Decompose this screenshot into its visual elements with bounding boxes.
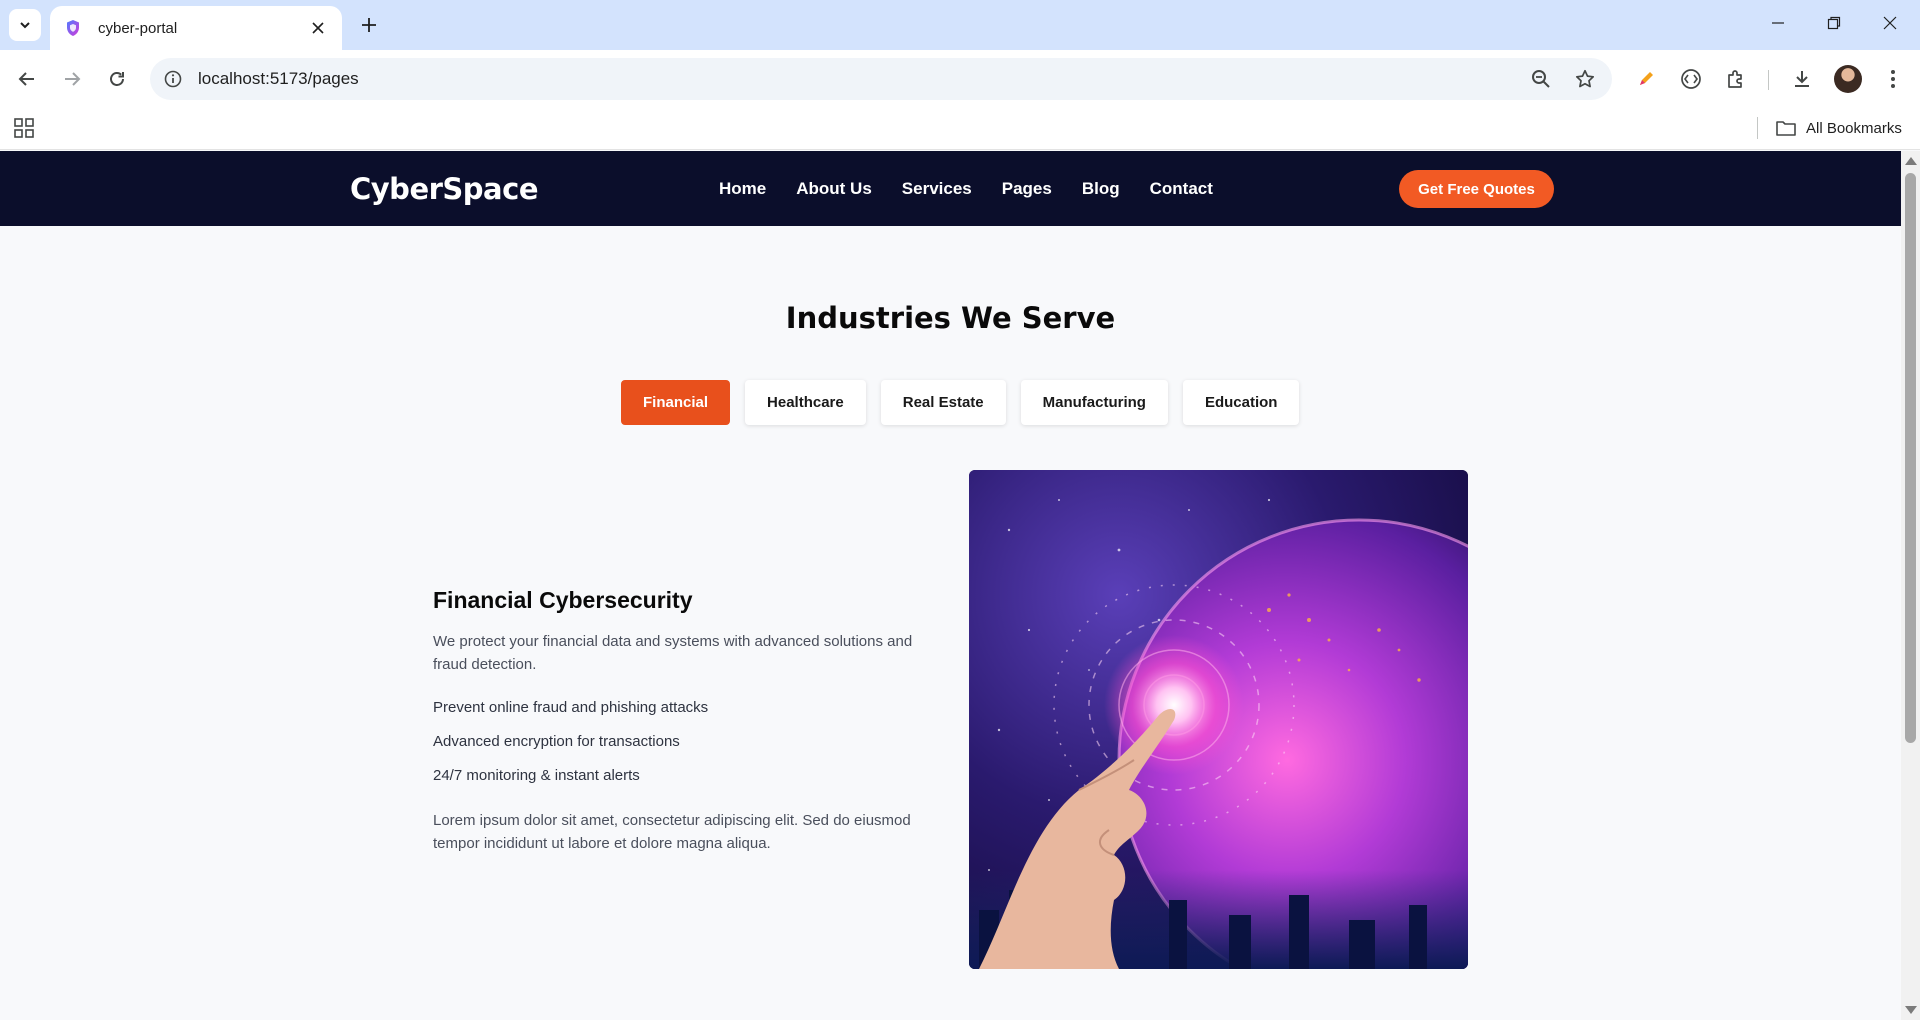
shield-favicon-icon [64, 19, 82, 37]
scroll-up-arrow-icon[interactable] [1905, 157, 1917, 165]
nav-home[interactable]: Home [719, 179, 766, 199]
download-icon[interactable] [1785, 62, 1819, 96]
feature-item: Prevent online fraud and phishing attack… [433, 699, 709, 716]
minimize-icon [1772, 22, 1784, 24]
all-bookmarks-label: All Bookmarks [1806, 119, 1902, 137]
forward-button[interactable] [55, 62, 89, 96]
site-header: CyberSpace Home About Us Services Pages … [0, 151, 1901, 226]
bookmark-star-icon[interactable] [1568, 62, 1602, 96]
industry-tabs: Financial Healthcare Real Estate Manufac… [621, 380, 1300, 425]
close-window-button[interactable] [1862, 0, 1918, 46]
browser-tab-strip: cyber-portal [0, 0, 1920, 50]
plus-icon [362, 18, 376, 32]
site-logo[interactable]: CyberSpace [350, 172, 539, 206]
scroll-down-arrow-icon[interactable] [1905, 1006, 1917, 1014]
feature-item: 24/7 monitoring & instant alerts [433, 767, 640, 784]
chevron-down-icon [20, 22, 30, 29]
folder-icon [1776, 121, 1796, 136]
browser-toolbar: localhost:5173/pages [0, 50, 1920, 108]
devtools-extension-icon[interactable] [1674, 62, 1708, 96]
arrow-right-icon [65, 72, 81, 86]
tab-manufacturing[interactable]: Manufacturing [1020, 380, 1168, 425]
nav-blog[interactable]: Blog [1082, 179, 1120, 199]
nav-about-us[interactable]: About Us [796, 179, 872, 199]
content-lorem-text: Lorem ipsum dolor sit amet, consectetur … [433, 812, 911, 852]
site-info-icon[interactable] [162, 68, 184, 90]
content-title: Financial Cybersecurity [433, 587, 693, 613]
tab-financial[interactable]: Financial [621, 380, 731, 425]
content-description: We protect your financial data and syste… [433, 633, 913, 673]
nav-pages[interactable]: Pages [1002, 179, 1052, 199]
new-tab-button[interactable] [354, 10, 384, 40]
close-tab-icon[interactable] [308, 18, 328, 38]
all-bookmarks-button[interactable]: All Bookmarks [1776, 114, 1902, 142]
main-navigation: Home About Us Services Pages Blog Contac… [719, 151, 1213, 226]
extensions-puzzle-icon[interactable] [1719, 62, 1753, 96]
pen-extension-icon[interactable] [1629, 62, 1663, 96]
page-viewport: CyberSpace Home About Us Services Pages … [0, 151, 1920, 1020]
back-button[interactable] [10, 62, 44, 96]
reload-icon [110, 72, 124, 86]
tab-title: cyber-portal [98, 19, 178, 37]
more-menu-icon[interactable] [1876, 62, 1910, 96]
arrow-left-icon [18, 72, 34, 86]
apps-grid-icon[interactable] [12, 116, 36, 140]
section-title: Industries We Serve [785, 301, 1116, 335]
cyber-globe-image [969, 470, 1468, 969]
reload-button[interactable] [100, 62, 134, 96]
nav-services[interactable]: Services [902, 179, 972, 199]
close-icon [1883, 16, 1897, 30]
restore-icon [1827, 16, 1841, 30]
address-bar[interactable]: localhost:5173/pages [150, 58, 1612, 100]
tab-real-estate[interactable]: Real Estate [880, 380, 1006, 425]
profile-avatar[interactable] [1834, 65, 1862, 93]
toolbar-divider [1768, 70, 1769, 90]
tab-education[interactable]: Education [1182, 380, 1300, 425]
minimize-window-button[interactable] [1750, 0, 1806, 46]
zoom-icon[interactable] [1524, 62, 1558, 96]
bookmarks-bar: All Bookmarks [0, 108, 1920, 150]
browser-tab[interactable]: cyber-portal [50, 6, 342, 50]
scrollbar-thumb[interactable] [1905, 173, 1916, 743]
feature-list: Prevent online fraud and phishing attack… [433, 697, 708, 799]
feature-item: Advanced encryption for transactions [433, 733, 680, 750]
url-text[interactable]: localhost:5173/pages [198, 69, 1524, 89]
nav-contact[interactable]: Contact [1150, 179, 1213, 199]
page-scrollbar[interactable] [1901, 151, 1920, 1020]
restore-window-button[interactable] [1806, 0, 1862, 46]
get-free-quotes-button[interactable]: Get Free Quotes [1399, 170, 1554, 208]
tab-search-button[interactable] [9, 9, 41, 41]
bookmarks-divider [1757, 117, 1758, 139]
tab-healthcare[interactable]: Healthcare [745, 380, 866, 425]
